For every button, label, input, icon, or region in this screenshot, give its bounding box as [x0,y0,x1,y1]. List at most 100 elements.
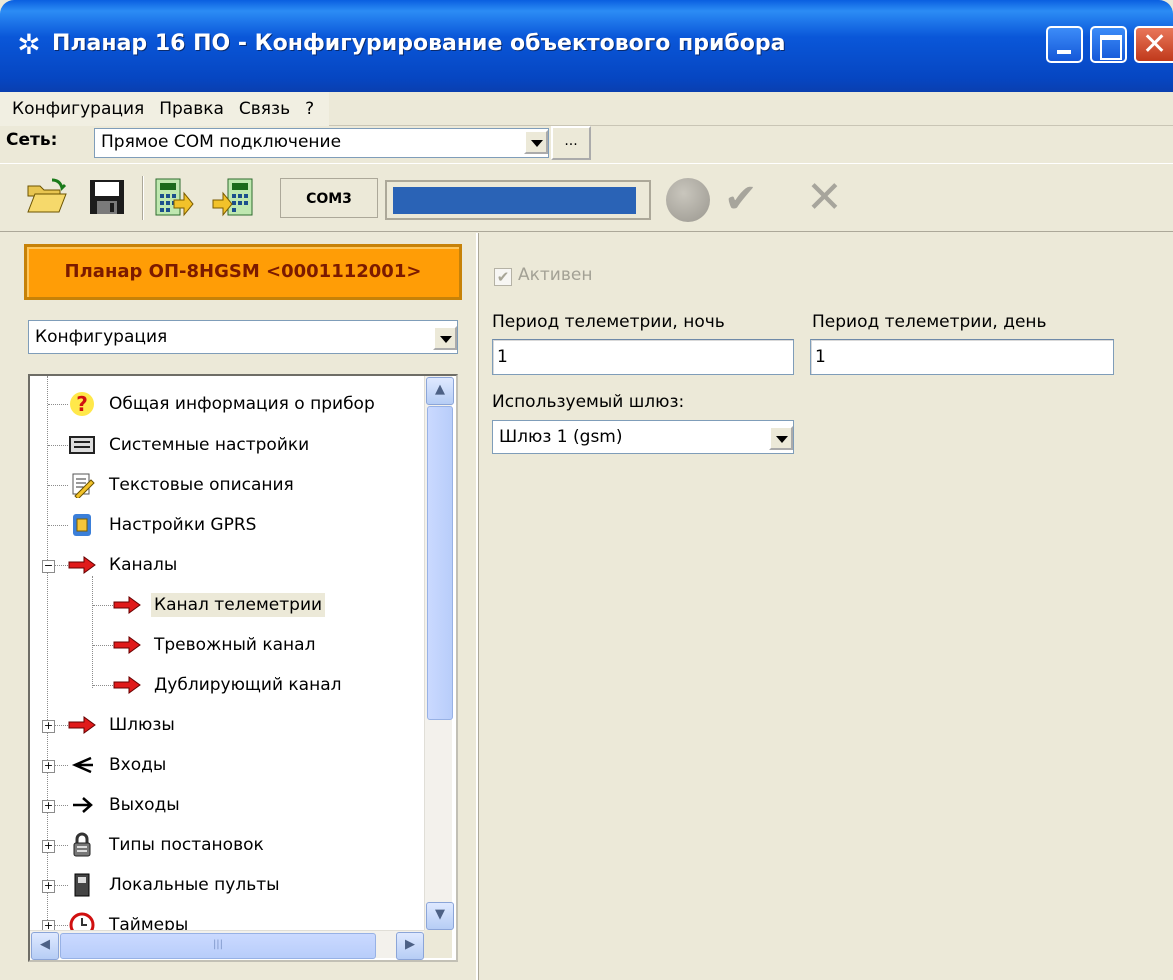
tree-connector [55,885,68,886]
network-more-button[interactable]: ... [551,126,591,160]
system-settings-icon [68,431,96,459]
tree-connector [55,565,68,566]
expand-toggle[interactable]: + [42,800,55,813]
day-period-label: Период телеметрии, день [812,312,1047,332]
close-button[interactable]: ✕ [1134,26,1173,63]
scroll-thumb[interactable] [427,406,453,720]
scroll-up-button[interactable]: ▲ [426,377,454,405]
scroll-right-button[interactable]: ▶ [396,932,424,960]
padlock-icon [68,831,96,859]
scroll-down-button[interactable]: ▼ [426,902,454,930]
output-arrow-icon [68,791,96,819]
tree-item-label: Канал телеметрии [151,593,326,617]
apply-check-icon[interactable]: ✔ [724,176,758,222]
red-arrow-icon [68,711,96,739]
expand-toggle[interactable]: + [42,720,55,733]
toolbar-separator [142,176,144,220]
tree-connector [55,805,68,806]
tree-item-label: Тревожный канал [154,635,316,655]
tree-item-label: Типы постановок [109,835,264,855]
tree-connector [55,765,68,766]
maximize-button[interactable] [1090,26,1127,63]
collapse-toggle[interactable]: − [42,560,55,573]
read-from-device-icon[interactable] [152,176,194,218]
close-icon: ✕ [1142,27,1168,62]
tree-item-label: Локальные пульты [109,875,280,895]
tree-item-label: Каналы [109,555,178,575]
tree-connector [92,576,93,688]
night-period-input[interactable]: 1 [492,339,794,375]
tree-item-label: Дублирующий канал [154,675,342,695]
tree-item-label: Выходы [109,795,180,815]
connection-status-icon [666,178,710,222]
tree-connector [48,485,68,486]
night-period-label: Период телеметрии, ночь [492,312,725,332]
expand-toggle[interactable]: + [42,840,55,853]
red-arrow-icon [113,591,141,619]
network-select-value: Прямое COM подключение [101,132,342,152]
question-icon: ? [68,390,96,418]
toolbar: COM3 ✔ ✕ [0,166,1173,232]
tree-item-arming-types[interactable]: Типы постановок [68,827,267,863]
network-dropdown-button[interactable] [524,130,548,154]
tree-connector [48,445,68,446]
text-notes-icon [68,471,96,499]
tree-item-general-info[interactable]: ? Общая информация о прибор [68,386,378,422]
tree-connector [93,645,113,646]
red-arrow-icon [113,671,141,699]
tree-item-label: Настройки GPRS [109,515,257,535]
svg-text:?: ? [76,392,88,416]
day-period-input[interactable]: 1 [810,339,1114,375]
network-bar: Сеть: Прямое COM подключение ... [0,118,1173,164]
tree-connector [48,404,68,405]
tree-item-system-settings[interactable]: Системные настройки [68,427,312,463]
tree-item-gprs-settings[interactable]: Настройки GPRS [68,507,259,543]
title-bar[interactable]: ✲ Планар 16 ПО - Конфигурирование объект… [0,0,1173,92]
sim-card-icon [68,511,96,539]
tree-connector [55,725,68,726]
section-select[interactable]: Конфигурация [28,320,458,354]
tree-item-text-descriptions[interactable]: Текстовые описания [68,467,297,503]
com-port-label: COM3 [280,178,378,218]
scroll-corner [424,930,452,958]
active-label: Активен [518,265,593,285]
device-banner[interactable]: Планар ОП-8HGSM <0001112001> [24,244,462,300]
tree-item-telemetry-channel[interactable]: Канал телеметрии [113,587,326,623]
progress-fill [393,187,636,214]
config-tree[interactable]: ? Общая информация о прибор Системные на… [28,374,458,962]
cancel-cross-icon[interactable]: ✕ [806,172,843,223]
tree-item-backup-channel[interactable]: Дублирующий канал [113,667,345,703]
expand-toggle[interactable]: + [42,880,55,893]
window-title: Планар 16 ПО - Конфигурирование объектов… [52,31,786,56]
red-arrow-icon [113,631,141,659]
write-to-device-icon[interactable] [212,176,254,218]
open-folder-icon[interactable] [26,176,68,218]
minimize-button[interactable] [1046,26,1083,63]
tree-item-label: Общая информация о прибор [109,394,375,414]
active-checkbox[interactable]: ✔ [494,268,512,286]
tree-item-channels[interactable]: Каналы [68,547,180,583]
tree-item-alarm-channel[interactable]: Тревожный канал [113,627,318,663]
save-icon[interactable] [86,176,128,218]
gateway-select-value: Шлюз 1 (gsm) [499,427,623,447]
tree-connector [93,605,113,606]
tree-item-local-panels[interactable]: Локальные пульты [68,867,283,903]
tree-item-label: Входы [109,755,167,775]
gateway-dropdown-button[interactable] [769,426,793,450]
network-select[interactable]: Прямое COM подключение [94,128,549,158]
maximize-icon [1100,35,1122,60]
tree-item-outputs[interactable]: Выходы [68,787,183,823]
progress-bar [385,180,651,220]
scroll-thumb[interactable]: ||| [60,933,376,959]
network-label: Сеть: [6,130,58,150]
section-dropdown-button[interactable] [433,326,457,350]
scroll-left-button[interactable]: ◀ [31,932,59,960]
expand-toggle[interactable]: + [42,760,55,773]
tree-horizontal-scrollbar[interactable]: ◀ ||| ▶ [30,930,424,960]
tree-vertical-scrollbar[interactable]: ▲ ▼ [424,376,454,930]
tree-item-label: Шлюзы [109,715,175,735]
minimize-icon [1057,50,1071,54]
tree-item-gateways[interactable]: Шлюзы [68,707,178,743]
gateway-select[interactable]: Шлюз 1 (gsm) [492,420,794,454]
tree-item-inputs[interactable]: Входы [68,747,169,783]
